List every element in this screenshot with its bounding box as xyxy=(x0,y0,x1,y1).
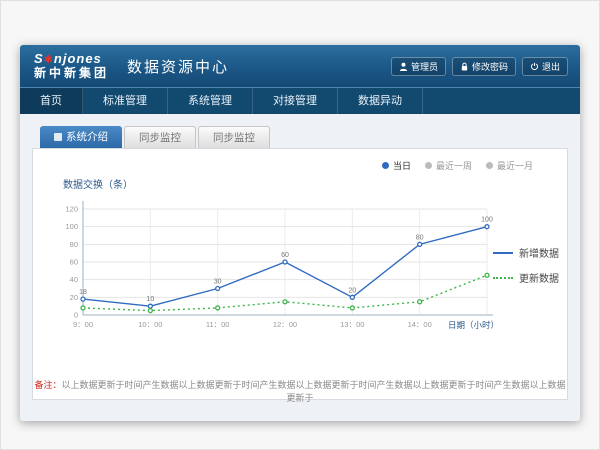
svg-text:0: 0 xyxy=(74,311,78,320)
tab-system-intro[interactable]: 系统介绍 xyxy=(40,126,122,148)
y-axis-title: 数据交换（条） xyxy=(63,176,567,191)
tab-sync-monitor-1-label: 同步监控 xyxy=(139,127,181,149)
time-range-filters: 当日 最近一周 最近一月 xyxy=(33,159,533,172)
change-password-button[interactable]: 修改密码 xyxy=(452,57,516,76)
tab-system-intro-label: 系统介绍 xyxy=(66,126,108,148)
legend-new-data-label: 新增数据 xyxy=(519,245,559,260)
legend-series-update-data[interactable]: 更新数据 xyxy=(493,270,559,285)
svg-text:10: 10 xyxy=(146,296,154,303)
footnote: 备注：以上数据更新于时间产生数据以上数据更新于时间产生数据以上数据更新于时间产生… xyxy=(33,378,567,404)
header-actions: 管理员 修改密码 退出 xyxy=(391,57,568,76)
filter-last-month[interactable]: 最近一月 xyxy=(486,159,533,172)
svg-text:80: 80 xyxy=(416,234,424,241)
nav-item-standard-mgmt[interactable]: 标准管理 xyxy=(83,88,168,114)
logout-button[interactable]: 退出 xyxy=(522,57,568,76)
logo-wordmark: S✱njones xyxy=(34,52,109,66)
company-logo[interactable]: S✱njones 新中新集团 xyxy=(34,52,109,79)
nav-item-data-change[interactable]: 数据异动 xyxy=(338,88,423,114)
filter-last-month-label: 最近一月 xyxy=(497,159,533,172)
main-nav: 首页 标准管理 系统管理 对接管理 数据异动 xyxy=(20,87,580,114)
power-icon xyxy=(530,62,539,71)
today-dot-icon xyxy=(382,162,389,169)
user-icon xyxy=(399,62,408,71)
series-legend: 新增数据 更新数据 xyxy=(493,245,559,295)
filter-last-week[interactable]: 最近一周 xyxy=(425,159,472,172)
svg-text:30: 30 xyxy=(214,279,222,286)
logout-label: 退出 xyxy=(542,60,560,73)
svg-text:12：00: 12：00 xyxy=(273,320,297,329)
filter-today[interactable]: 当日 xyxy=(382,159,411,172)
svg-text:11：00: 11：00 xyxy=(206,320,230,329)
svg-text:100: 100 xyxy=(481,217,493,224)
logo-star-icon: ✱ xyxy=(44,54,54,66)
svg-text:80: 80 xyxy=(70,240,78,249)
chart-wrapper: 0 20 40 60 80 100 120 9：00 10：00 11：00 12：00 13：00 1… xyxy=(49,193,567,344)
lock-icon xyxy=(460,62,469,71)
footnote-text: 以上数据更新于时间产生数据以上数据更新于时间产生数据以上数据更新于时间产生数据以… xyxy=(62,380,566,403)
svg-text:10：00: 10：00 xyxy=(138,320,162,329)
filter-last-week-label: 最近一周 xyxy=(436,159,472,172)
page-title: 数据资源中心 xyxy=(127,56,229,77)
svg-text:20: 20 xyxy=(70,293,78,302)
app-header: S✱njones 新中新集团 数据资源中心 管理员 修改密码 退出 xyxy=(20,45,580,87)
tab-bar: 系统介绍 同步监控 同步监控 xyxy=(40,126,568,148)
green-dotted-line-icon xyxy=(493,277,513,279)
svg-text:100: 100 xyxy=(65,222,78,231)
svg-text:20: 20 xyxy=(348,287,356,294)
nav-item-home[interactable]: 首页 xyxy=(20,88,83,114)
admin-user-label: 管理员 xyxy=(411,60,438,73)
last-month-dot-icon xyxy=(486,162,493,169)
footnote-prefix: 备注： xyxy=(34,380,61,390)
list-icon xyxy=(54,133,62,141)
svg-text:120: 120 xyxy=(65,205,78,214)
content-area: 系统介绍 同步监控 同步监控 当日 最近一周 最近一月 数据交换（条） 0 20 4… xyxy=(20,114,580,400)
chart-panel: 当日 最近一周 最近一月 数据交换（条） 0 20 40 60 80 100 120 9：00… xyxy=(32,148,568,400)
tab-sync-monitor-2-label: 同步监控 xyxy=(213,127,255,149)
last-week-dot-icon xyxy=(425,162,432,169)
nav-item-interface-mgmt[interactable]: 对接管理 xyxy=(253,88,338,114)
blue-line-icon xyxy=(493,252,513,254)
svg-text:9：00: 9：00 xyxy=(73,320,93,329)
svg-text:18: 18 xyxy=(79,289,87,296)
app-window: S✱njones 新中新集团 数据资源中心 管理员 修改密码 退出 xyxy=(20,45,580,421)
nav-item-system-mgmt[interactable]: 系统管理 xyxy=(168,88,253,114)
change-password-label: 修改密码 xyxy=(472,60,508,73)
logo-company-name: 新中新集团 xyxy=(34,67,109,80)
tab-sync-monitor-1[interactable]: 同步监控 xyxy=(124,126,196,148)
legend-series-new-data[interactable]: 新增数据 xyxy=(493,245,559,260)
admin-user-button[interactable]: 管理员 xyxy=(391,57,446,76)
svg-text:14：00: 14：00 xyxy=(408,320,432,329)
line-chart-canvas: 0 20 40 60 80 100 120 9：00 10：00 11：00 12：00 13：00 1… xyxy=(49,193,501,339)
svg-text:60: 60 xyxy=(70,258,78,267)
svg-text:40: 40 xyxy=(70,275,78,284)
tab-sync-monitor-2[interactable]: 同步监控 xyxy=(198,126,270,148)
svg-text:13：00: 13：00 xyxy=(340,320,364,329)
legend-update-data-label: 更新数据 xyxy=(519,270,559,285)
filter-today-label: 当日 xyxy=(393,159,411,172)
svg-text:60: 60 xyxy=(281,252,289,259)
svg-text:日期（小时）: 日期（小时） xyxy=(448,320,499,330)
